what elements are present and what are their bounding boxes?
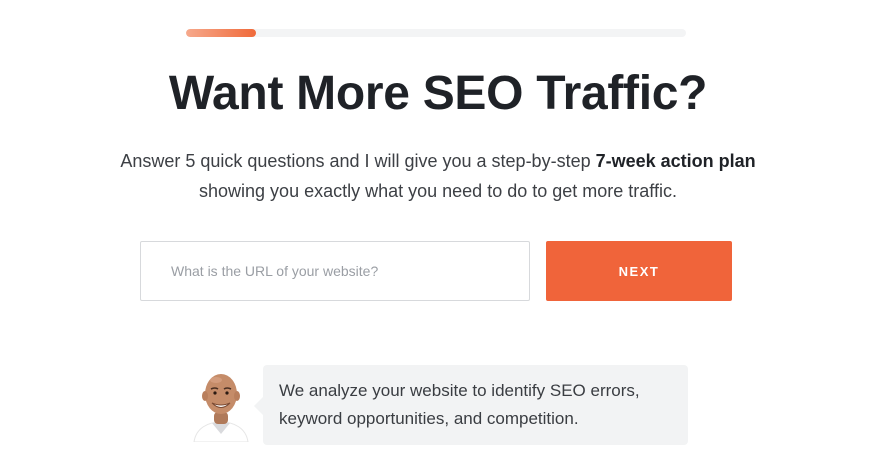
website-url-input[interactable] xyxy=(140,241,530,301)
page-title: Want More SEO Traffic? xyxy=(168,67,708,120)
subtitle-text-end: showing you exactly what you need to do … xyxy=(199,181,677,201)
avatar xyxy=(193,374,249,442)
testimonial-bubble: We analyze your website to identify SEO … xyxy=(254,365,688,445)
seo-quiz-page: Want More SEO Traffic? Answer 5 quick qu… xyxy=(0,0,876,467)
progress-bar xyxy=(186,29,686,37)
progress-bar-fill xyxy=(186,29,256,37)
next-button[interactable]: NEXT xyxy=(546,241,732,301)
page-subtitle: Answer 5 quick questions and I will give… xyxy=(60,146,816,206)
subtitle-highlight: 7-week action plan xyxy=(595,151,756,171)
subtitle-text-start: Answer 5 quick questions and I will give… xyxy=(120,151,596,171)
